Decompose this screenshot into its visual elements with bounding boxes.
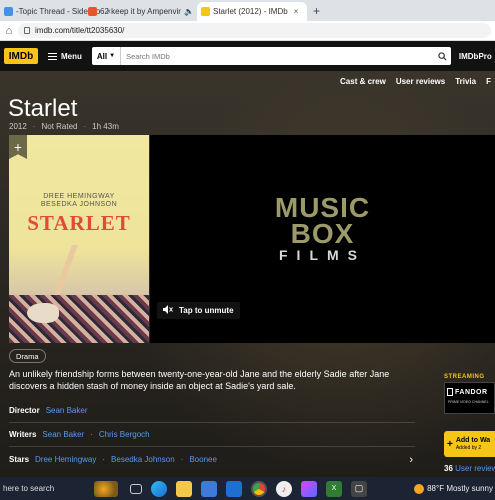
add-to-watchlist-ribbon-icon[interactable]: + <box>9 135 27 159</box>
runtime: 1h 43m <box>92 122 119 131</box>
chevron-down-icon: ▼ <box>109 53 116 59</box>
writers-row: Writers Sean Baker · Chris Bergoch <box>9 430 415 447</box>
writer-link[interactable]: Chris Bergoch <box>99 430 150 439</box>
weather-text: 88°F Mostly sunny <box>427 484 493 493</box>
music-favicon-icon <box>88 7 97 16</box>
star-link[interactable]: Boonee <box>189 455 217 464</box>
video-logo: MUSIC BOX <box>274 192 371 249</box>
terminal-icon[interactable]: ▢ <box>351 480 367 497</box>
imdb-favicon-icon <box>201 7 210 16</box>
unmute-button[interactable]: Tap to unmute <box>157 302 240 319</box>
star-link[interactable]: Besedka Johnson <box>111 455 175 464</box>
store-icon[interactable] <box>201 480 217 497</box>
streaming-provider-button[interactable]: FANDOR PRIME VIDEO CHANNEL <box>444 382 495 414</box>
movie-poster[interactable]: + DREE HEMINGWAY BESEDKA JOHNSON STARLET <box>9 135 149 343</box>
new-tab-button[interactable]: + <box>307 4 326 18</box>
os-taskbar: here to search ♪ X ▢ 88°F Mostly sunny <box>0 477 495 500</box>
search-icon[interactable] <box>435 51 451 61</box>
director-row: Director Sean Baker <box>9 406 415 423</box>
menu-button[interactable]: Menu <box>48 52 82 61</box>
weather-widget[interactable]: 88°F Mostly sunny <box>414 477 495 500</box>
add-to-watchlist-button[interactable]: + Add to Wa Added by 2 <box>444 431 495 457</box>
streaming-label: STREAMING <box>444 374 485 380</box>
address-bar: ⌂ imdb.com/title/tt2035630/ <box>0 21 495 41</box>
speaker-icon[interactable]: 🔈 <box>184 7 194 16</box>
lock-icon <box>24 27 30 34</box>
poster-cast-line: DREE HEMINGWAY <box>43 193 115 200</box>
video-logo-sub: FILMS <box>279 247 366 263</box>
provider-sub: PRIME VIDEO CHANNEL <box>448 400 489 404</box>
hamburger-icon <box>48 52 57 60</box>
title-meta: 2012 · Not Rated · 1h 43m <box>9 122 119 131</box>
watchlist-label: Add to Wa <box>455 436 491 444</box>
mail-icon[interactable] <box>226 480 242 497</box>
search-scope-dropdown[interactable]: All ▼ <box>92 47 122 65</box>
unmute-label: Tap to unmute <box>179 306 234 315</box>
close-tab-icon[interactable]: × <box>294 7 299 16</box>
fandor-logo-icon <box>447 388 453 396</box>
stars-row: Stars Dree Hemingway · Besedka Johnson ·… <box>9 453 413 466</box>
trailer-player[interactable]: MUSIC BOX FILMS Tap to unmute <box>150 135 495 343</box>
genre-chip[interactable]: Drama <box>9 349 46 363</box>
title-hero: Cast & crew User reviews Trivia F Starle… <box>0 71 495 477</box>
tab-title: 62 keep it by Ampenvir <box>100 7 181 16</box>
plot-summary: An unlikely friendship forms between twe… <box>9 369 390 391</box>
plus-icon: + <box>447 438 453 450</box>
browser-tab[interactable]: 62 keep it by Ampenvir 🔈 × <box>84 2 205 21</box>
app-icon[interactable]: X <box>326 480 342 497</box>
release-year-link[interactable]: 2012 <box>9 122 27 131</box>
url-text: imdb.com/title/tt2035630/ <box>35 26 125 35</box>
imdb-logo[interactable]: IMDb <box>4 48 38 64</box>
director-link[interactable]: Sean Baker <box>46 406 88 415</box>
browser-tab[interactable]: -Topic Thread - Side Ro × <box>0 2 111 21</box>
credit-label: Writers <box>9 430 37 439</box>
search-input[interactable] <box>121 51 435 61</box>
search-scope-label: All <box>96 51 108 61</box>
tab-title: Starlet (2012) - IMDb <box>213 7 288 16</box>
imdb-navbar: IMDb Menu All ▼ IMDbPro <box>0 41 495 71</box>
certificate: Not Rated <box>41 122 78 131</box>
taskbar-search[interactable]: here to search <box>0 477 92 500</box>
poster-cast-line: BESEDKA JOHNSON <box>40 201 118 208</box>
search-highlight-image[interactable] <box>94 480 118 497</box>
browser-tab-active[interactable]: Starlet (2012) - IMDb × <box>197 2 307 21</box>
subnav-user-reviews[interactable]: User reviews <box>396 77 445 86</box>
watchlist-sub: Added by 2 <box>455 444 482 451</box>
poster-dog <box>27 303 59 323</box>
subnav-trivia[interactable]: Trivia <box>455 77 476 86</box>
browser-tab-bar: -Topic Thread - Side Ro × 62 keep it by … <box>0 0 495 21</box>
menu-label: Menu <box>61 51 82 61</box>
itunes-icon[interactable]: ♪ <box>276 480 292 497</box>
home-icon[interactable]: ⌂ <box>0 25 18 37</box>
writer-link[interactable]: Sean Baker <box>42 430 84 439</box>
chevron-right-icon[interactable]: › <box>409 454 413 466</box>
chrome-icon[interactable] <box>251 480 267 497</box>
page-title: Starlet <box>8 95 78 122</box>
star-link[interactable]: Dree Hemingway <box>35 455 96 464</box>
user-reviews-link[interactable]: 36 User reviews <box>444 464 495 473</box>
muted-speaker-icon <box>163 305 173 316</box>
file-explorer-icon[interactable] <box>176 480 192 497</box>
media-player-icon[interactable] <box>301 480 317 497</box>
credit-label: Director <box>9 406 40 415</box>
edge-icon[interactable] <box>151 480 167 497</box>
imdbpro-link[interactable]: IMDbPro <box>459 52 492 61</box>
title-subnav: Cast & crew User reviews Trivia F <box>340 77 491 86</box>
subnav-more[interactable]: F <box>486 77 491 86</box>
url-field[interactable]: imdb.com/title/tt2035630/ <box>18 23 491 38</box>
search-bar: All ▼ <box>91 47 451 65</box>
credit-label[interactable]: Stars <box>9 455 29 464</box>
sun-icon <box>414 483 425 494</box>
subnav-cast-crew[interactable]: Cast & crew <box>340 77 386 86</box>
poster-title: STARLET <box>27 211 131 235</box>
forum-favicon-icon <box>4 7 13 16</box>
task-view-icon[interactable] <box>130 483 142 494</box>
